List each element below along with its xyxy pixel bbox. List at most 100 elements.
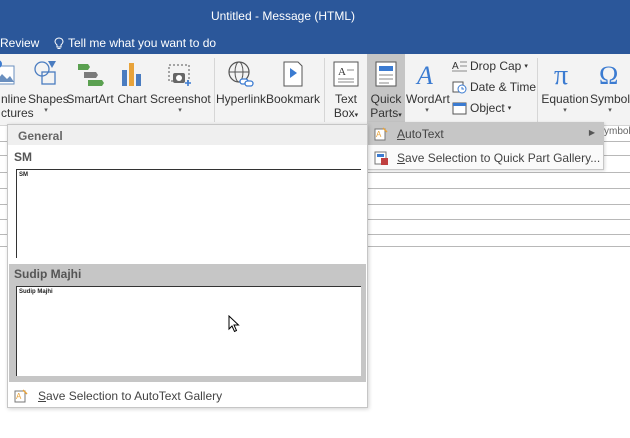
gallery-category-header: General [8, 125, 367, 145]
ribbon-tab-bar: Review Tell me what you want to do [0, 32, 630, 54]
autotext-icon: A [374, 127, 388, 141]
shapes-icon [34, 61, 56, 85]
svg-text:A: A [338, 66, 346, 78]
title-bar: Untitled - Message (HTML) [0, 0, 630, 32]
object-label: Object [470, 101, 505, 115]
screenshot-icon [168, 64, 191, 86]
screenshot-button[interactable]: Screenshot ▾ [150, 54, 211, 126]
autotext-entry-preview: SM [16, 169, 361, 258]
bookmark-label: Bookmark [266, 92, 321, 106]
symbol-label: Symbol [590, 92, 630, 106]
tell-me-search[interactable]: Tell me what you want to do [54, 36, 216, 50]
drop-cap-label: Drop Cap [470, 59, 522, 73]
hyperlink-label: Hyperlink [216, 92, 267, 106]
ribbon-separator [214, 58, 215, 122]
shapes-caret: ▾ [44, 107, 48, 114]
date-time-label: Date & Time [470, 80, 537, 94]
symbol-button[interactable]: Ω Symbol ▾ [590, 54, 630, 126]
quick-parts-button[interactable]: Quick Parts▾ [367, 54, 405, 126]
hyperlink-button[interactable]: Hyperlink [216, 54, 266, 126]
chart-label: Chart [117, 92, 147, 106]
text-box-caret: ▾ [354, 112, 359, 119]
quick-parts-menu: A AutoText ▶ Save Selection to Quick Par… [367, 122, 604, 170]
symbol-caret: ▾ [608, 107, 612, 114]
quick-parts-caret: ▾ [398, 112, 402, 119]
equation-caret: ▾ [563, 107, 567, 114]
text-box-icon: A [333, 61, 359, 87]
wordart-caret: ▾ [425, 107, 429, 114]
svg-text:A: A [16, 392, 22, 401]
bookmark-button[interactable]: Bookmark [266, 54, 320, 126]
tab-review[interactable]: Review [0, 36, 39, 50]
autotext-menu-item[interactable]: A AutoText ▶ [368, 123, 603, 145]
svg-text:π: π [554, 60, 568, 88]
autotext-preview-text: Sudip Majhi [19, 289, 53, 295]
save-selection-icon [374, 151, 388, 165]
chart-icon [122, 63, 141, 86]
autotext-entry-sudip-majhi[interactable]: Sudip Majhi Sudip Majhi [9, 264, 366, 382]
object-caret: ▾ [507, 105, 512, 112]
text-box-button[interactable]: A Text Box▾ [328, 54, 364, 126]
lightbulb-icon [54, 36, 64, 49]
quick-parts-icon [375, 61, 397, 87]
online-pictures-label-1: nline [1, 92, 27, 106]
autotext-label: utoText [405, 127, 444, 141]
autotext-entry-name: SM [14, 150, 32, 164]
window-title: Untitled - Message (HTML) [210, 9, 356, 23]
save-to-quick-part-gallery-item[interactable]: Save Selection to Quick Part Gallery... [368, 147, 603, 169]
save-autotext-label: ave Selection to AutoText Gallery [46, 389, 223, 403]
omega-icon: Ω [599, 61, 618, 88]
text-box-label-2: Box [333, 106, 355, 120]
pi-icon: π [554, 60, 568, 88]
save-quick-part-label: ave Selection to Quick Part Gallery... [405, 151, 601, 165]
quick-parts-label-2: Parts [370, 106, 399, 120]
equation-button[interactable]: π Equation ▾ [540, 54, 590, 126]
autotext-accesskey: A [397, 127, 406, 141]
bookmark-icon [283, 61, 303, 87]
save-to-autotext-gallery-item[interactable]: A Save Selection to AutoText Gallery [8, 385, 367, 407]
shapes-button[interactable]: Shapes ▾ [28, 54, 69, 126]
drop-cap-caret: ▾ [524, 63, 528, 70]
shapes-label: Shapes [28, 92, 69, 106]
svg-text:A: A [376, 130, 382, 139]
autotext-entry-sm[interactable]: SM SM [9, 145, 366, 263]
wordart-icon: A [415, 61, 433, 88]
symbols-group-label: ymbols [604, 126, 630, 137]
text-box-label-1: Text [334, 92, 357, 106]
svg-text:A: A [415, 61, 433, 88]
ribbon-separator [537, 58, 538, 122]
calendar-clock-icon [452, 81, 467, 93]
tell-me-label: Tell me what you want to do [68, 36, 217, 50]
screenshot-label: Screenshot [150, 92, 211, 106]
save-quick-part-accesskey: S [397, 151, 406, 165]
hyperlink-icon [228, 61, 254, 87]
svg-text:Ω: Ω [599, 61, 618, 88]
autotext-gallery: General SM SM Sudip Majhi Sudip Majhi A … [7, 124, 368, 408]
object-icon [452, 102, 467, 114]
chart-button[interactable]: Chart [116, 54, 148, 126]
equation-label: Equation [541, 92, 589, 106]
autotext-preview-text: SM [19, 172, 28, 178]
date-time-button[interactable]: Date & Time [452, 80, 536, 94]
wordart-button[interactable]: A WordArt ▾ [406, 54, 450, 126]
drop-cap-icon: A [452, 61, 467, 72]
ribbon-separator [324, 58, 325, 122]
smartart-icon [78, 64, 104, 86]
outlook-message-window: Untitled - Message (HTML) Review Tell me… [0, 0, 630, 438]
online-pictures-label-2: ctures [1, 106, 34, 120]
insert-ribbon: nline ctures Shapes ▾ SmartArt Chart Scr… [0, 54, 630, 126]
mouse-pointer-icon [228, 315, 240, 333]
submenu-arrow-icon: ▶ [588, 128, 595, 137]
wordart-label: WordArt [406, 92, 450, 106]
object-button[interactable]: Object ▾ [452, 101, 511, 115]
autotext-entry-preview: Sudip Majhi [16, 286, 361, 376]
save-autotext-accesskey: S [38, 389, 47, 403]
smartart-label: SmartArt [66, 92, 114, 106]
smartart-button[interactable]: SmartArt [66, 54, 114, 126]
online-pictures-button[interactable]: nline ctures [0, 54, 34, 126]
autotext-entry-name: Sudip Majhi [14, 267, 82, 281]
drop-cap-button[interactable]: A Drop Cap ▾ [452, 59, 528, 73]
svg-text:A: A [452, 61, 459, 72]
screenshot-caret: ▾ [178, 107, 182, 114]
quick-parts-label-1: Quick [370, 92, 402, 106]
